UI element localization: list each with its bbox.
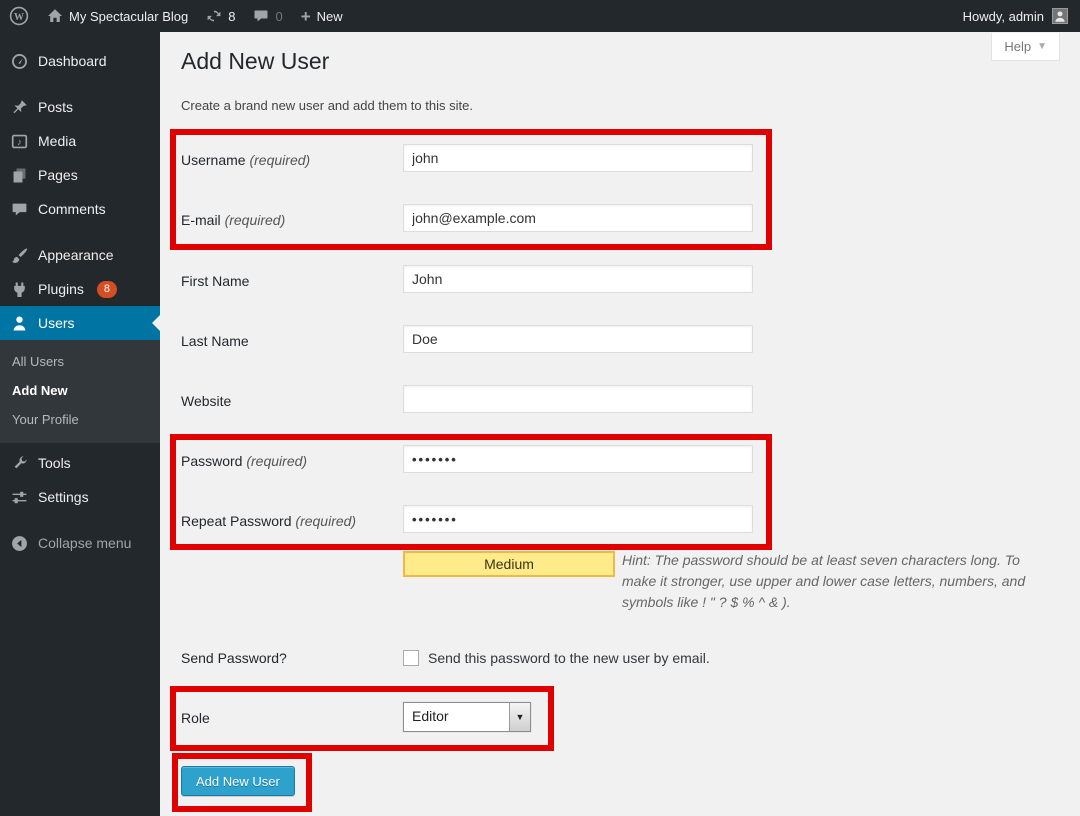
email-label: E-mail (required) (181, 212, 396, 228)
first-name-input[interactable] (403, 265, 753, 293)
sidebar-item-label: Appearance (38, 247, 114, 263)
pages-icon (9, 167, 29, 184)
email-input[interactable] (403, 204, 753, 232)
sidebar-item-label: Media (38, 133, 76, 149)
sidebar-item-pages[interactable]: Pages (0, 158, 160, 192)
help-button[interactable]: Help ▼ (991, 33, 1060, 61)
users-icon (9, 315, 29, 332)
sidebar-item-label: Posts (38, 99, 73, 115)
plugins-update-badge: 8 (97, 281, 117, 298)
website-label: Website (181, 393, 396, 409)
comment-count: 0 (275, 9, 282, 24)
last-name-input[interactable] (403, 325, 753, 353)
users-submenu: All Users Add New Your Profile (0, 340, 160, 443)
new-content-menu[interactable]: + New (292, 0, 352, 32)
last-name-label: Last Name (181, 333, 396, 349)
home-icon (47, 8, 63, 24)
page-subtitle: Create a brand new user and add them to … (181, 98, 473, 113)
help-label: Help (1004, 39, 1031, 54)
sidebar-item-tools[interactable]: Tools (0, 446, 160, 480)
wordpress-logo-icon: W (9, 6, 29, 26)
hint-float-spacer (356, 550, 622, 594)
select-arrow-icon[interactable]: ▼ (509, 703, 530, 731)
sidebar-item-label: Settings (38, 489, 89, 505)
help-chevron-icon: ▼ (1037, 41, 1047, 52)
posts-icon (9, 99, 29, 116)
media-icon: ♪ (9, 133, 29, 150)
page-title: Add New User (181, 48, 329, 75)
send-password-checkbox[interactable] (403, 650, 419, 666)
appearance-icon (9, 247, 29, 264)
svg-text:♪: ♪ (17, 137, 22, 148)
password-input[interactable] (403, 445, 753, 473)
submenu-item-your-profile[interactable]: Your Profile (0, 405, 160, 434)
main-content: Add New User Help ▼ Create a brand new u… (160, 32, 1080, 816)
new-label: New (317, 9, 343, 24)
new-plus-icon: + (301, 8, 311, 25)
site-name-link[interactable]: My Spectacular Blog (38, 0, 197, 32)
role-selected-value: Editor (404, 703, 509, 731)
send-password-label: Send Password? (181, 650, 396, 666)
comments-indicator[interactable]: 0 (244, 0, 291, 32)
admin-sidebar: Dashboard Posts ♪ Media Pages Comments A… (0, 32, 160, 816)
dashboard-icon (9, 53, 29, 70)
sidebar-item-label: Comments (38, 201, 106, 217)
submenu-item-add-new[interactable]: Add New (0, 376, 160, 405)
updates-icon (206, 8, 222, 24)
sidebar-item-label: Tools (38, 455, 71, 471)
svg-text:W: W (14, 12, 24, 23)
role-label: Role (181, 710, 396, 726)
avatar[interactable] (1052, 8, 1068, 24)
tools-icon (9, 455, 29, 472)
repeat-password-input[interactable] (403, 505, 753, 533)
settings-icon (9, 489, 29, 506)
sidebar-item-label: Collapse menu (38, 535, 131, 551)
sidebar-item-plugins[interactable]: Plugins 8 (0, 272, 160, 306)
sidebar-item-appearance[interactable]: Appearance (0, 238, 160, 272)
admin-bar: W My Spectacular Blog 8 0 + New Howdy, a… (0, 0, 1080, 32)
password-hint: Hint: The password should be at least se… (356, 550, 1028, 613)
collapse-icon (9, 535, 29, 552)
sidebar-item-dashboard[interactable]: Dashboard (0, 44, 160, 78)
password-label: Password (required) (181, 453, 396, 469)
role-select[interactable]: Editor ▼ (403, 702, 531, 732)
sidebar-item-comments[interactable]: Comments (0, 192, 160, 226)
sidebar-item-users[interactable]: Users (0, 306, 160, 340)
comments-bubble-icon (253, 8, 269, 24)
repeat-password-label: Repeat Password (required) (181, 513, 396, 529)
updates-indicator[interactable]: 8 (197, 0, 244, 32)
sidebar-item-label: Pages (38, 167, 78, 183)
send-password-checkbox-label[interactable]: Send this password to the new user by em… (428, 650, 710, 666)
first-name-label: First Name (181, 273, 396, 289)
sidebar-item-label: Plugins (38, 281, 84, 297)
current-menu-arrow (144, 315, 160, 331)
submenu-item-all-users[interactable]: All Users (0, 347, 160, 376)
sidebar-item-settings[interactable]: Settings (0, 480, 160, 514)
sidebar-item-label: Users (38, 315, 75, 331)
sidebar-item-posts[interactable]: Posts (0, 90, 160, 124)
comments-icon (9, 201, 29, 218)
add-new-user-button[interactable]: Add New User (181, 766, 295, 796)
wordpress-menu[interactable]: W (0, 0, 38, 32)
sidebar-item-label: Dashboard (38, 53, 107, 69)
username-label: Username (required) (181, 152, 396, 168)
plugins-icon (9, 281, 29, 298)
site-name: My Spectacular Blog (69, 9, 188, 24)
update-count: 8 (228, 9, 235, 24)
sidebar-item-media[interactable]: ♪ Media (0, 124, 160, 158)
username-input[interactable] (403, 144, 753, 172)
howdy-text[interactable]: Howdy, admin (963, 9, 1044, 24)
sidebar-item-collapse-menu[interactable]: Collapse menu (0, 526, 160, 560)
website-input[interactable] (403, 385, 753, 413)
